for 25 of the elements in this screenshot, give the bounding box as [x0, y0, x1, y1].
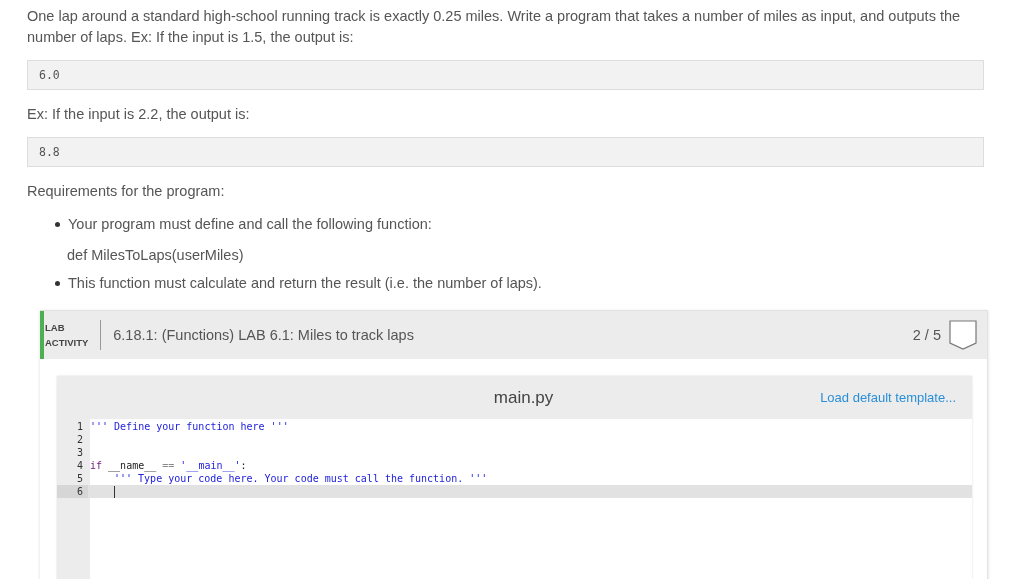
lab-title: 6.18.1: (Functions) LAB 6.1: Miles to track laps — [113, 327, 415, 343]
code-line: ''' Define your function here ''' — [89, 420, 289, 433]
requirement-text: Your program must define and call the following function: — [68, 215, 432, 234]
line-number: 3 — [75, 446, 84, 459]
requirements-heading: Requirements for the program: — [27, 182, 226, 201]
bullet-icon — [55, 280, 60, 286]
function-signature: def MilesToLaps(userMiles) — [66, 246, 245, 265]
bullet-icon — [55, 221, 60, 227]
line-number: 6 — [57, 485, 88, 498]
code-editor[interactable]: 1 ''' Define your function here ''' 2 3 4 if __name__ == '__main__': 5 ''' Type your code here. Your code must call the function. ''' 6 — [57, 419, 972, 579]
example-output: 6.0 — [27, 60, 984, 90]
code-line: if __name__ == '__main__': — [89, 459, 247, 472]
line-number: 2 — [75, 433, 84, 446]
lab-label: LAB ACTIVITY — [45, 322, 89, 348]
line-number: 5 — [75, 472, 84, 485]
code-line: ''' Type your code here. Your code must call the function. ''' — [113, 472, 488, 485]
score-text: 2 / 5 — [912, 327, 941, 343]
instructions-text: One lap around a standard high-school running track is exactly 0.25 miles. Write a program that takes a number of miles as input, and outputs the number of laps. Ex: If the input is 1.5, the output is: — [27, 7, 962, 47]
example-text: Ex: If the input is 2.2, the output is: — [27, 105, 251, 124]
file-name: main.py — [492, 387, 555, 408]
line-number: 1 — [75, 420, 84, 433]
example-output: 8.8 — [27, 137, 984, 167]
shield-badge-icon — [949, 320, 977, 350]
line-number: 4 — [75, 459, 84, 472]
requirement-text: This function must calculate and return the result (i.e. the number of laps). — [68, 274, 542, 293]
